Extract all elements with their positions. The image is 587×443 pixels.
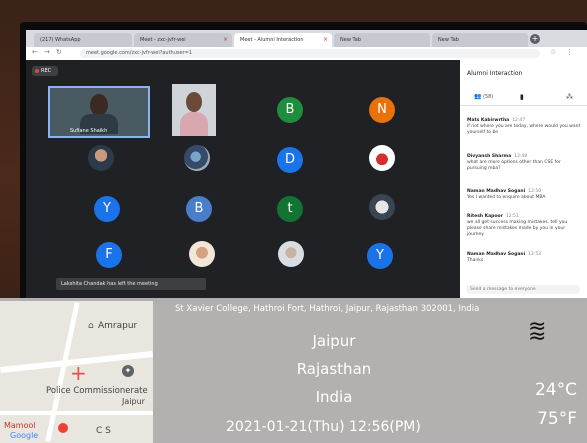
forward-icon[interactable]: → (44, 48, 50, 56)
map-label: Police Commissionerate (46, 386, 148, 396)
chat-message: Naman Madhav Sogani 12:53 Thanks (467, 252, 581, 264)
chat-sender: Divyansh Sharma (467, 154, 512, 159)
new-tab-button[interactable]: + (530, 34, 540, 44)
chat-text: if not where you are today, where would … (467, 124, 581, 135)
participant-video-self[interactable]: Sufiane Shaikh (48, 86, 150, 138)
participant-photo[interactable] (184, 145, 210, 171)
participant-avatar[interactable]: B (186, 196, 212, 222)
participant-avatar[interactable]: B (277, 97, 303, 123)
participant-avatar[interactable]: Y (367, 243, 393, 269)
chat-time: 12:51 (505, 214, 519, 219)
participant-photo[interactable] (189, 241, 215, 267)
chat-text: Thanks (467, 258, 484, 263)
participant-face (186, 92, 202, 112)
left-meeting-toast: Lakshita Chandak has left the meeting (56, 278, 206, 290)
tab-label: New Tab (438, 37, 459, 43)
state-text: Rajasthan (296, 360, 372, 378)
tab-meet-1[interactable]: Meet - zxc-jvfr-wei × (134, 33, 232, 47)
participant-photo[interactable] (369, 194, 395, 220)
chat-sender: Naman Madhav Sogani (467, 252, 526, 257)
chat-sender: Ritesh Kapoor (467, 214, 503, 219)
tab-label: (217) WhatsApp (40, 37, 81, 43)
back-icon[interactable]: ← (32, 48, 38, 56)
address-text: St Xavier College, Hathroi Fort, Hathroi… (175, 304, 480, 314)
participant-photo[interactable] (278, 241, 304, 267)
temp-celsius: 24°C (534, 380, 577, 400)
browser-tab-bar: (217) WhatsApp Meet - zxc-jvfr-wei × Meet… (26, 30, 587, 47)
participant-photo[interactable] (369, 145, 395, 171)
chat-sender: Mats Kabirwrtha (467, 118, 510, 123)
wind-icon: ≈ ≈ (528, 314, 547, 349)
chat-message: Mats Kabirwrtha 12:47 if not where you are… (467, 118, 581, 136)
participant-avatar[interactable]: N (369, 97, 395, 123)
map-label: Amrapur (98, 321, 138, 331)
chat-message: Ritesh Kapoor 12:51 we all get success mak… (467, 214, 581, 238)
tab-label: New Tab (340, 37, 361, 43)
chat-text: Yes I wanted to enquire about MBA (467, 195, 546, 200)
address-bar: ← → ↻ meet.google.com/zxc-jvfr-wei?authu… (26, 47, 587, 61)
participant-photo[interactable] (88, 145, 114, 171)
close-icon[interactable]: × (323, 33, 328, 47)
close-icon[interactable]: × (223, 33, 228, 47)
tab-meet-alumni[interactable]: Meet - Alumni Interaction × (234, 33, 332, 47)
tab-new-2[interactable]: New Tab (432, 33, 528, 47)
chat-time: 12:47 (512, 118, 526, 123)
url-field[interactable]: meet.google.com/zxc-jvfr-wei?authuser=1 (80, 49, 540, 58)
police-icon: ✦ (122, 365, 134, 377)
chat-time: 12:48 (514, 154, 528, 159)
chat-time: 12:50 (528, 189, 542, 194)
activities-icon[interactable]: ⁂ (566, 93, 573, 101)
datetime-text: 2021-01-21(Thu) 12:56(PM) (226, 419, 421, 435)
museum-icon: ⌂ (88, 321, 94, 331)
participant-body (180, 112, 208, 136)
map-label: Jaipur (122, 397, 145, 406)
hospital-icon (58, 423, 68, 433)
google-logo: Google (10, 431, 39, 440)
participant-video-2[interactable] (172, 84, 216, 136)
participant-avatar[interactable]: Y (94, 196, 120, 222)
participant-avatar[interactable]: t (277, 196, 303, 222)
participant-avatar[interactable]: D (277, 147, 303, 173)
participant-name: Sufiane Shaikh (70, 128, 108, 134)
people-count: (58) (483, 94, 494, 100)
chat-time: 12:53 (528, 252, 542, 257)
tab-label: Meet - zxc-jvfr-wei (140, 37, 186, 43)
participant-face (90, 94, 108, 116)
panel-title: Alumni Interaction (467, 70, 523, 77)
map-label: Mamool (4, 421, 36, 430)
tab-whatsapp[interactable]: (217) WhatsApp (34, 33, 132, 47)
chat-text: we all get success making mistakes. tell… (467, 220, 568, 237)
people-icon[interactable]: 👥 (474, 93, 481, 100)
map-label: C S (96, 426, 111, 436)
map-road (0, 411, 153, 415)
city-text: Jaipur (312, 332, 356, 350)
tab-new-1[interactable]: New Tab (334, 33, 430, 47)
chat-message: Naman Madhav Sogani 12:50 Yes I wanted to … (467, 189, 581, 201)
star-icon[interactable]: ☆ (550, 48, 556, 56)
chat-message: Divyansh Sharma 12:48 what are more option… (467, 154, 581, 172)
location-map: Amrapur ⌂ + ✦ Police Commissionerate Jai… (0, 301, 153, 443)
chat-text: what are more options other than CSE for… (467, 160, 561, 171)
chat-icon[interactable]: ▮ (520, 93, 524, 101)
chat-input[interactable]: Send a message to everyone (466, 285, 580, 294)
participant-avatar[interactable]: F (96, 242, 122, 268)
menu-icon[interactable]: ⋮ (566, 48, 573, 56)
tab-label: Meet - Alumni Interaction (240, 37, 304, 43)
country-text: India (315, 388, 353, 406)
panel-icon-row: 👥 (58) ▮ ⁂ (460, 93, 587, 106)
meet-grid: REC Sufiane Shaikh B N D Y B t F Y Laksh… (26, 60, 460, 298)
location-marker-icon: + (70, 361, 87, 385)
rec-badge: REC (32, 66, 58, 76)
monitor-screen: (217) WhatsApp Meet - zxc-jvfr-wei × Meet… (26, 30, 587, 298)
chat-panel: Alumni Interaction 👥 (58) ▮ ⁂ Mats Kabir… (460, 60, 587, 298)
temp-fahrenheit: 75°F (537, 409, 577, 429)
reload-icon[interactable]: ↻ (56, 48, 62, 56)
chat-sender: Naman Madhav Sogani (467, 189, 526, 194)
